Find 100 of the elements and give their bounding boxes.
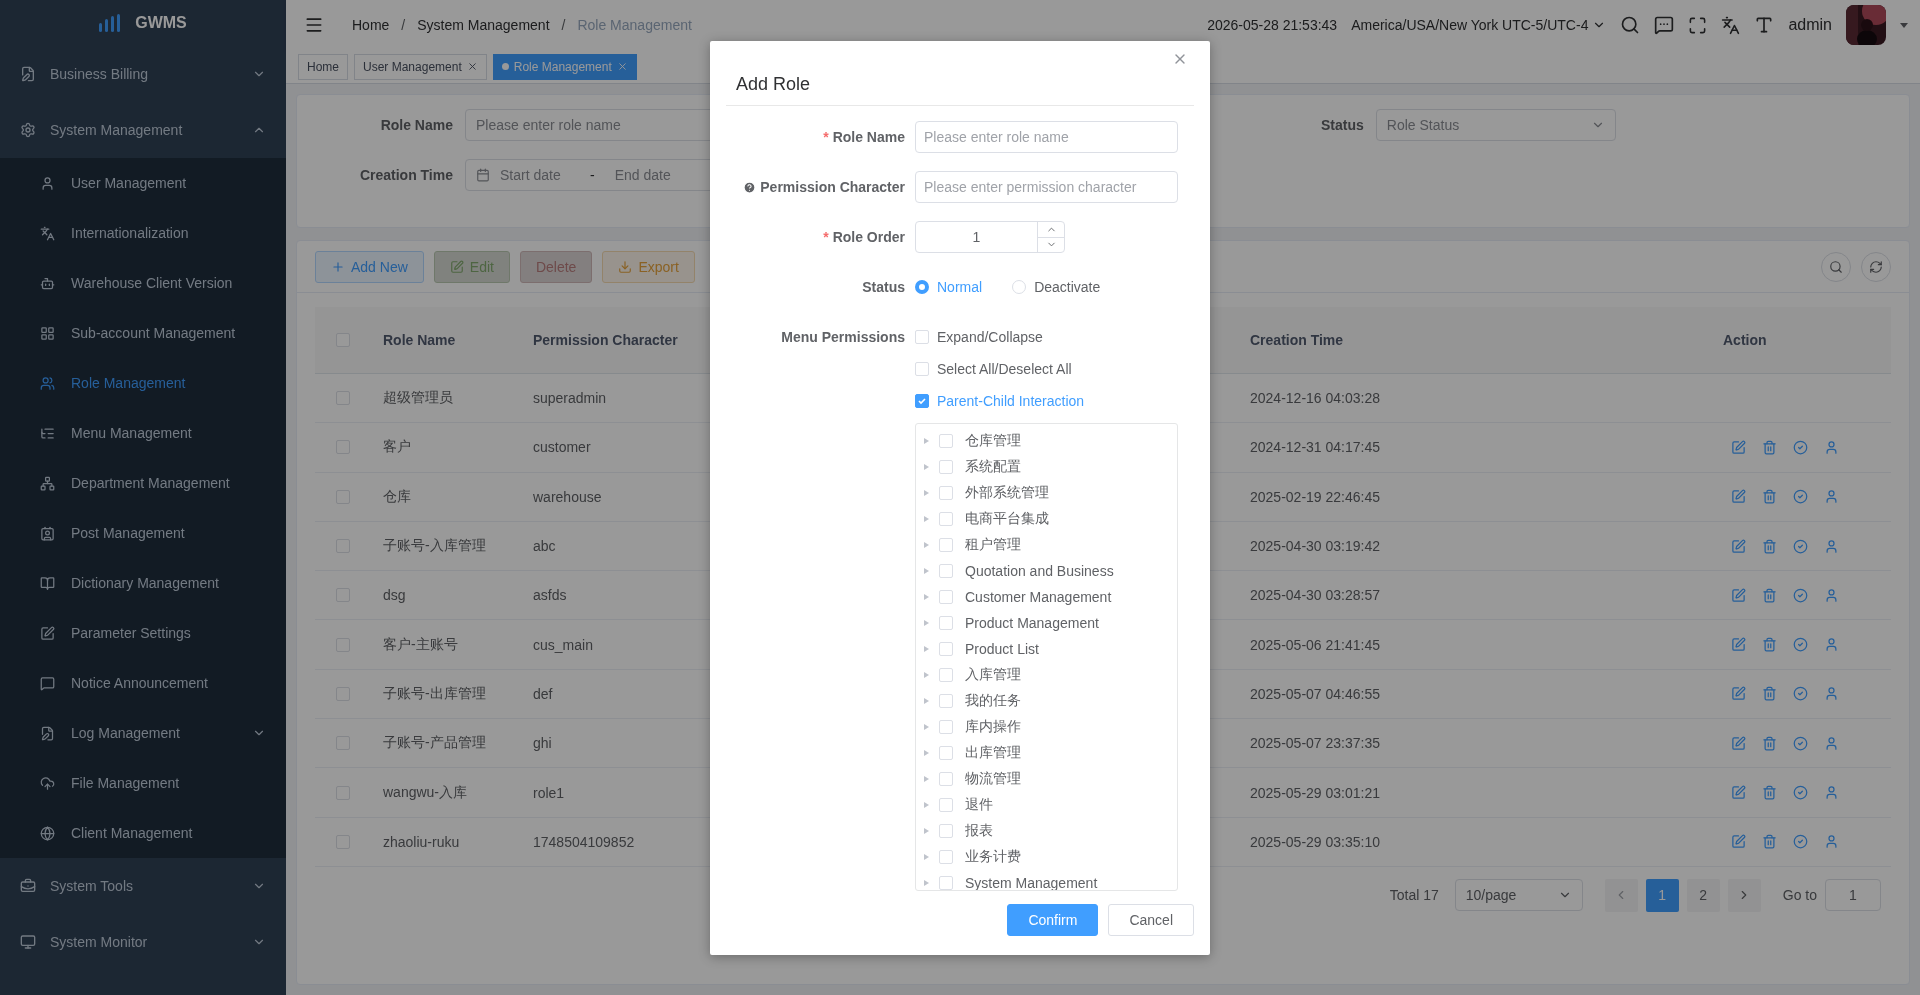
- expand-icon[interactable]: [924, 698, 929, 704]
- check-circle-icon[interactable]: [1793, 637, 1808, 653]
- expand-icon[interactable]: [924, 880, 929, 886]
- trash-icon[interactable]: [1762, 735, 1777, 751]
- edit-icon[interactable]: [1731, 735, 1746, 751]
- submenu-item[interactable]: Warehouse Client Version: [0, 258, 286, 308]
- translate-icon[interactable]: [1721, 15, 1741, 35]
- submenu-item[interactable]: Post Management: [0, 508, 286, 558]
- tab[interactable]: Role Management: [492, 53, 637, 80]
- trash-icon[interactable]: [1762, 686, 1777, 702]
- expand-icon[interactable]: [924, 828, 929, 834]
- radio-option[interactable]: Deactivate: [1012, 279, 1101, 295]
- trash-icon[interactable]: [1762, 834, 1777, 850]
- submenu-item[interactable]: Notice Announcement: [0, 658, 286, 708]
- check-circle-icon[interactable]: [1793, 686, 1808, 702]
- breadcrumb-link[interactable]: System Management: [417, 17, 550, 33]
- expand-icon[interactable]: [924, 568, 929, 574]
- trash-icon[interactable]: [1762, 439, 1777, 455]
- menu-item[interactable]: System Management: [0, 102, 286, 158]
- page-size-select[interactable]: 10/page: [1454, 879, 1583, 912]
- submenu-item[interactable]: Dictionary Management: [0, 558, 286, 608]
- user-icon[interactable]: [1824, 834, 1839, 850]
- submenu-item[interactable]: Parameter Settings: [0, 608, 286, 658]
- checkbox[interactable]: [915, 394, 929, 408]
- trash-icon[interactable]: [1762, 637, 1777, 653]
- check-circle-icon[interactable]: [1793, 587, 1808, 603]
- text-field[interactable]: Please enter role name: [915, 121, 1178, 153]
- breadcrumb-link[interactable]: Role Management: [577, 17, 692, 33]
- user-icon[interactable]: [1824, 637, 1839, 653]
- message-icon[interactable]: [1654, 15, 1675, 35]
- page-number-field[interactable]: 1: [1825, 879, 1881, 912]
- page-button[interactable]: 1: [1645, 878, 1679, 912]
- expand-icon[interactable]: [924, 672, 929, 678]
- cancel-button[interactable]: Cancel: [1108, 904, 1194, 936]
- menu-item[interactable]: System Tools: [0, 858, 286, 914]
- caret-icon[interactable]: [1900, 22, 1908, 28]
- radio-button[interactable]: [915, 280, 929, 294]
- user-icon[interactable]: [1824, 785, 1839, 800]
- status-select[interactable]: Role Status: [1375, 109, 1616, 141]
- timezone-select[interactable]: America/USA/New York UTC-5/UTC-4: [1351, 17, 1607, 33]
- check-circle-icon[interactable]: [1793, 439, 1808, 455]
- expand-icon[interactable]: [924, 854, 929, 860]
- expand-icon[interactable]: [924, 490, 929, 496]
- fullscreen-icon[interactable]: [1688, 15, 1708, 35]
- font-size-icon[interactable]: [1754, 15, 1775, 35]
- expand-icon[interactable]: [924, 516, 929, 522]
- user-icon[interactable]: [1824, 489, 1839, 505]
- submenu-item[interactable]: Sub-account Management: [0, 308, 286, 358]
- confirm-button[interactable]: Confirm: [1007, 904, 1099, 936]
- expand-icon[interactable]: [924, 594, 929, 600]
- submenu-item[interactable]: Log Management: [0, 708, 286, 758]
- edit-icon[interactable]: [1731, 637, 1746, 653]
- close-icon[interactable]: [466, 61, 478, 72]
- user-icon[interactable]: [1824, 735, 1839, 751]
- trash-icon[interactable]: [1762, 489, 1777, 505]
- expand-icon[interactable]: [924, 542, 929, 548]
- radio-option[interactable]: Normal: [915, 279, 983, 295]
- trash-icon[interactable]: [1762, 785, 1777, 800]
- trash-icon[interactable]: [1762, 538, 1777, 554]
- submenu-item[interactable]: User Management: [0, 158, 286, 208]
- edit-icon[interactable]: [1731, 538, 1746, 554]
- expand-icon[interactable]: [924, 646, 929, 652]
- expand-icon[interactable]: [924, 620, 929, 626]
- close-icon[interactable]: [616, 61, 628, 72]
- expand-icon[interactable]: [924, 776, 929, 782]
- trash-icon[interactable]: [1762, 587, 1777, 603]
- refresh-button[interactable]: [1861, 251, 1891, 282]
- page-button[interactable]: 2: [1686, 878, 1720, 912]
- user-icon[interactable]: [1824, 439, 1839, 455]
- expand-icon[interactable]: [924, 802, 929, 808]
- username[interactable]: admin: [1788, 16, 1832, 34]
- menu-item[interactable]: System Monitor: [0, 914, 286, 970]
- search-button[interactable]: [1821, 251, 1851, 282]
- tab[interactable]: Home: [298, 53, 348, 80]
- toolbar-button[interactable]: Add New: [315, 250, 424, 283]
- submenu-item[interactable]: Menu Management: [0, 408, 286, 458]
- edit-icon[interactable]: [1731, 587, 1746, 603]
- user-icon[interactable]: [1824, 538, 1839, 554]
- check-circle-icon[interactable]: [1793, 489, 1808, 505]
- expand-icon[interactable]: [924, 724, 929, 730]
- number-field[interactable]: 1: [915, 221, 1065, 253]
- edit-icon[interactable]: [1731, 785, 1746, 800]
- expand-icon[interactable]: [924, 438, 929, 444]
- check-circle-icon[interactable]: [1793, 735, 1808, 751]
- edit-icon[interactable]: [1731, 439, 1746, 455]
- user-icon[interactable]: [1824, 587, 1839, 603]
- submenu-item[interactable]: Client Management: [0, 808, 286, 858]
- edit-icon[interactable]: [1731, 489, 1746, 505]
- submenu-item[interactable]: Role Management: [0, 358, 286, 408]
- check-circle-icon[interactable]: [1793, 538, 1808, 554]
- check-circle-icon[interactable]: [1793, 785, 1808, 800]
- previous-page-button[interactable]: [1604, 878, 1638, 912]
- submenu-item[interactable]: File Management: [0, 758, 286, 808]
- edit-icon[interactable]: [1731, 834, 1746, 850]
- expand-icon[interactable]: [924, 464, 929, 470]
- user-icon[interactable]: [1824, 686, 1839, 702]
- edit-icon[interactable]: [1731, 686, 1746, 702]
- submenu-item[interactable]: Internationalization: [0, 208, 286, 258]
- search-icon[interactable]: [1620, 15, 1641, 35]
- menu-icon[interactable]: [304, 15, 324, 35]
